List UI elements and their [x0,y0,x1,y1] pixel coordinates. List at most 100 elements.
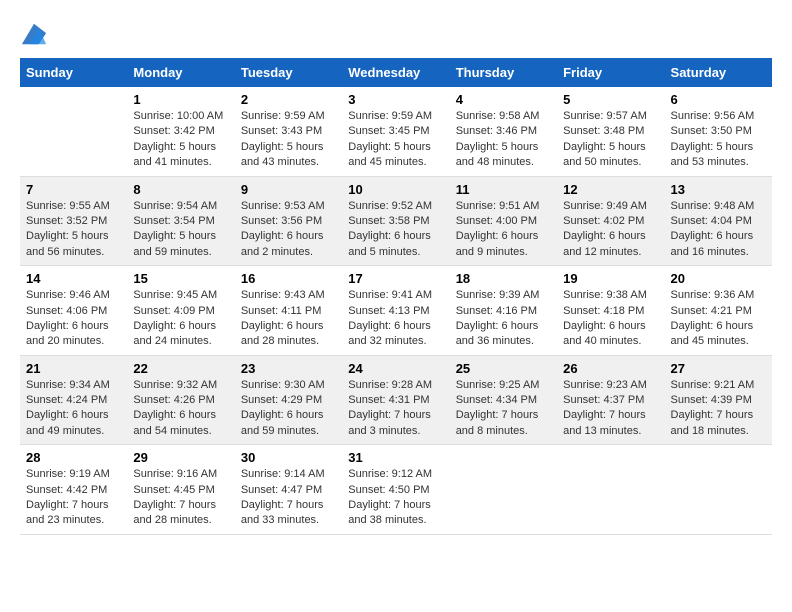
calendar-cell: 17 Sunrise: 9:41 AMSunset: 4:13 PMDayligh… [342,266,449,356]
cell-info: Sunrise: 9:38 AMSunset: 4:18 PMDaylight:… [563,288,658,350]
day-number: 28 [26,450,121,465]
day-number: 4 [456,92,551,107]
cell-info: Sunrise: 9:57 AMSunset: 3:48 PMDaylight:… [563,109,658,171]
week-row: 14 Sunrise: 9:46 AMSunset: 4:06 PMDayligh… [20,266,772,356]
column-header-thursday: Thursday [450,58,557,87]
column-header-friday: Friday [557,58,664,87]
calendar-cell: 15 Sunrise: 9:45 AMSunset: 4:09 PMDayligh… [127,266,234,356]
calendar-cell: 5Sunrise: 9:57 AMSunset: 3:48 PMDaylight… [557,87,664,176]
day-number: 30 [241,450,336,465]
calendar-cell [450,445,557,535]
column-header-saturday: Saturday [665,58,772,87]
logo-icon [20,20,48,48]
calendar-cell: 24 Sunrise: 9:28 AMSunset: 4:31 PMDayligh… [342,355,449,445]
cell-info: Sunrise: 10:00 AMSunset: 3:42 PMDaylight… [133,109,228,171]
cell-info: Sunrise: 9:54 AMSunset: 3:54 PMDaylight:… [133,199,228,261]
day-number: 7 [26,182,121,197]
calendar-cell: 29 Sunrise: 9:16 AMSunset: 4:45 PMDayligh… [127,445,234,535]
calendar-cell: 1 Sunrise: 10:00 AMSunset: 3:42 PMDayligh… [127,87,234,176]
day-number: 3 [348,92,443,107]
calendar-cell: 9Sunrise: 9:53 AMSunset: 3:56 PMDaylight… [235,176,342,266]
calendar-cell: 12Sunrise: 9:49 AMSunset: 4:02 PMDayligh… [557,176,664,266]
calendar-cell: 28 Sunrise: 9:19 AMSunset: 4:42 PMDayligh… [20,445,127,535]
cell-info: Sunrise: 9:59 AMSunset: 3:45 PMDaylight:… [348,109,443,171]
day-number: 29 [133,450,228,465]
cell-info: Sunrise: 9:28 AMSunset: 4:31 PMDaylight:… [348,378,443,440]
cell-info: Sunrise: 9:14 AMSunset: 4:47 PMDaylight:… [241,467,336,529]
cell-info: Sunrise: 9:16 AMSunset: 4:45 PMDaylight:… [133,467,228,529]
calendar-cell: 13Sunrise: 9:48 AMSunset: 4:04 PMDayligh… [665,176,772,266]
logo [20,20,52,48]
calendar-cell: 30 Sunrise: 9:14 AMSunset: 4:47 PMDayligh… [235,445,342,535]
calendar-cell: 10 Sunrise: 9:52 AMSunset: 3:58 PMDayligh… [342,176,449,266]
cell-info: Sunrise: 9:58 AMSunset: 3:46 PMDaylight:… [456,109,551,171]
calendar-cell: 21 Sunrise: 9:34 AMSunset: 4:24 PMDayligh… [20,355,127,445]
cell-info: Sunrise: 9:12 AMSunset: 4:50 PMDaylight:… [348,467,443,529]
cell-info: Sunrise: 9:19 AMSunset: 4:42 PMDaylight:… [26,467,121,529]
week-row: 21 Sunrise: 9:34 AMSunset: 4:24 PMDayligh… [20,355,772,445]
calendar-cell: 8 Sunrise: 9:54 AMSunset: 3:54 PMDaylight… [127,176,234,266]
cell-info: Sunrise: 9:49 AMSunset: 4:02 PMDaylight:… [563,199,658,261]
cell-info: Sunrise: 9:41 AMSunset: 4:13 PMDaylight:… [348,288,443,350]
calendar-cell: 2Sunrise: 9:59 AMSunset: 3:43 PMDaylight… [235,87,342,176]
day-number: 6 [671,92,766,107]
calendar-cell [665,445,772,535]
day-number: 24 [348,361,443,376]
day-number: 31 [348,450,443,465]
day-number: 1 [133,92,228,107]
cell-info: Sunrise: 9:25 AMSunset: 4:34 PMDaylight:… [456,378,551,440]
cell-info: Sunrise: 9:48 AMSunset: 4:04 PMDaylight:… [671,199,766,261]
day-number: 23 [241,361,336,376]
day-number: 25 [456,361,551,376]
calendar-cell: 31 Sunrise: 9:12 AMSunset: 4:50 PMDayligh… [342,445,449,535]
page-header [20,20,772,48]
column-header-wednesday: Wednesday [342,58,449,87]
day-number: 15 [133,271,228,286]
day-number: 19 [563,271,658,286]
calendar-cell [20,87,127,176]
cell-info: Sunrise: 9:45 AMSunset: 4:09 PMDaylight:… [133,288,228,350]
day-number: 9 [241,182,336,197]
day-number: 22 [133,361,228,376]
calendar-cell: 6Sunrise: 9:56 AMSunset: 3:50 PMDaylight… [665,87,772,176]
calendar-cell: 7 Sunrise: 9:55 AMSunset: 3:52 PMDaylight… [20,176,127,266]
day-number: 16 [241,271,336,286]
calendar-cell: 25 Sunrise: 9:25 AMSunset: 4:34 PMDayligh… [450,355,557,445]
calendar-cell: 11Sunrise: 9:51 AMSunset: 4:00 PMDayligh… [450,176,557,266]
calendar-cell: 20Sunrise: 9:36 AMSunset: 4:21 PMDayligh… [665,266,772,356]
calendar-cell: 16 Sunrise: 9:43 AMSunset: 4:11 PMDayligh… [235,266,342,356]
day-number: 10 [348,182,443,197]
calendar-header: SundayMondayTuesdayWednesdayThursdayFrid… [20,58,772,87]
cell-info: Sunrise: 9:21 AMSunset: 4:39 PMDaylight:… [671,378,766,440]
cell-info: Sunrise: 9:34 AMSunset: 4:24 PMDaylight:… [26,378,121,440]
calendar-cell: 19 Sunrise: 9:38 AMSunset: 4:18 PMDayligh… [557,266,664,356]
calendar-cell: 26 Sunrise: 9:23 AMSunset: 4:37 PMDayligh… [557,355,664,445]
calendar-cell: 18Sunrise: 9:39 AMSunset: 4:16 PMDayligh… [450,266,557,356]
day-number: 27 [671,361,766,376]
calendar-cell: 23 Sunrise: 9:30 AMSunset: 4:29 PMDayligh… [235,355,342,445]
cell-info: Sunrise: 9:55 AMSunset: 3:52 PMDaylight:… [26,199,121,261]
header-row: SundayMondayTuesdayWednesdayThursdayFrid… [20,58,772,87]
day-number: 14 [26,271,121,286]
column-header-sunday: Sunday [20,58,127,87]
week-row: 28 Sunrise: 9:19 AMSunset: 4:42 PMDayligh… [20,445,772,535]
cell-info: Sunrise: 9:52 AMSunset: 3:58 PMDaylight:… [348,199,443,261]
cell-info: Sunrise: 9:23 AMSunset: 4:37 PMDaylight:… [563,378,658,440]
week-row: 7 Sunrise: 9:55 AMSunset: 3:52 PMDaylight… [20,176,772,266]
calendar-table: SundayMondayTuesdayWednesdayThursdayFrid… [20,58,772,535]
day-number: 17 [348,271,443,286]
cell-info: Sunrise: 9:43 AMSunset: 4:11 PMDaylight:… [241,288,336,350]
calendar-body: 1 Sunrise: 10:00 AMSunset: 3:42 PMDayligh… [20,87,772,534]
calendar-cell: 14 Sunrise: 9:46 AMSunset: 4:06 PMDayligh… [20,266,127,356]
cell-info: Sunrise: 9:46 AMSunset: 4:06 PMDaylight:… [26,288,121,350]
cell-info: Sunrise: 9:32 AMSunset: 4:26 PMDaylight:… [133,378,228,440]
cell-info: Sunrise: 9:59 AMSunset: 3:43 PMDaylight:… [241,109,336,171]
calendar-cell [557,445,664,535]
cell-info: Sunrise: 9:30 AMSunset: 4:29 PMDaylight:… [241,378,336,440]
day-number: 11 [456,182,551,197]
calendar-cell: 27 Sunrise: 9:21 AMSunset: 4:39 PMDayligh… [665,355,772,445]
day-number: 8 [133,182,228,197]
calendar-cell: 22 Sunrise: 9:32 AMSunset: 4:26 PMDayligh… [127,355,234,445]
day-number: 26 [563,361,658,376]
day-number: 21 [26,361,121,376]
